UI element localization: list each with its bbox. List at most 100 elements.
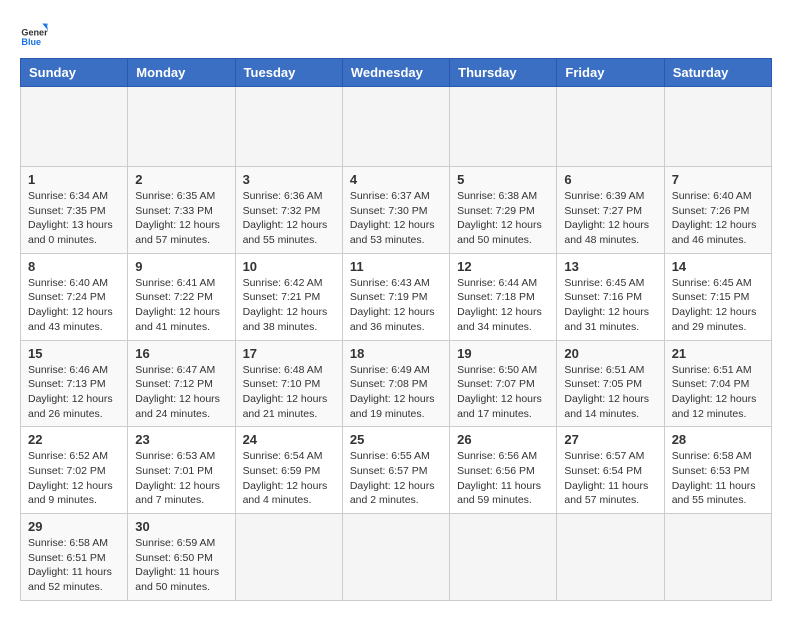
day-info: Sunrise: 6:49 AMSunset: 7:08 PMDaylight:… (350, 363, 442, 422)
calendar-cell: 3Sunrise: 6:36 AMSunset: 7:32 PMDaylight… (235, 167, 342, 254)
day-info: Sunrise: 6:56 AMSunset: 6:56 PMDaylight:… (457, 449, 549, 508)
calendar-table: SundayMondayTuesdayWednesdayThursdayFrid… (20, 58, 772, 601)
calendar-cell: 17 Sunrise: 6:48 AMSunset: 7:10 PMDayligh… (235, 340, 342, 427)
day-info: Sunrise: 6:45 AMSunset: 7:16 PMDaylight:… (564, 276, 656, 335)
day-info: Sunrise: 6:45 AMSunset: 7:15 PMDaylight:… (672, 276, 764, 335)
day-number: 18 (350, 346, 442, 361)
day-number: 27 (564, 432, 656, 447)
calendar-cell: 22 Sunrise: 6:52 AMSunset: 7:02 PMDayligh… (21, 427, 128, 514)
day-number: 30 (135, 519, 227, 534)
day-number: 11 (350, 259, 442, 274)
day-number: 22 (28, 432, 120, 447)
calendar-cell: 26 Sunrise: 6:56 AMSunset: 6:56 PMDayligh… (450, 427, 557, 514)
day-info: Sunrise: 6:37 AMSunset: 7:30 PMDaylight:… (350, 189, 442, 248)
day-info: Sunrise: 6:53 AMSunset: 7:01 PMDaylight:… (135, 449, 227, 508)
calendar-cell: 4 Sunrise: 6:37 AMSunset: 7:30 PMDaylight… (342, 167, 449, 254)
weekday-header-thursday: Thursday (450, 59, 557, 87)
day-info: Sunrise: 6:54 AMSunset: 6:59 PMDaylight:… (243, 449, 335, 508)
day-info: Sunrise: 6:55 AMSunset: 6:57 PMDaylight:… (350, 449, 442, 508)
calendar-cell (557, 87, 664, 167)
calendar-cell: 24 Sunrise: 6:54 AMSunset: 6:59 PMDayligh… (235, 427, 342, 514)
calendar-cell (664, 87, 771, 167)
calendar-cell: 29Sunrise: 6:58 AMSunset: 6:51 PMDayligh… (21, 514, 128, 601)
calendar-cell: 28Sunrise: 6:58 AMSunset: 6:53 PMDayligh… (664, 427, 771, 514)
day-number: 6 (564, 172, 656, 187)
day-number: 24 (243, 432, 335, 447)
week-row-0 (21, 87, 772, 167)
day-info: Sunrise: 6:44 AMSunset: 7:18 PMDaylight:… (457, 276, 549, 335)
weekday-header-saturday: Saturday (664, 59, 771, 87)
day-info: Sunrise: 6:58 AMSunset: 6:51 PMDaylight:… (28, 536, 120, 595)
calendar-cell: 5Sunrise: 6:38 AMSunset: 7:29 PMDaylight… (450, 167, 557, 254)
day-info: Sunrise: 6:51 AMSunset: 7:04 PMDaylight:… (672, 363, 764, 422)
day-number: 16 (135, 346, 227, 361)
calendar-cell (342, 87, 449, 167)
day-info: Sunrise: 6:39 AMSunset: 7:27 PMDaylight:… (564, 189, 656, 248)
week-row-2: 8 Sunrise: 6:40 AMSunset: 7:24 PMDaylight… (21, 253, 772, 340)
day-info: Sunrise: 6:40 AMSunset: 7:26 PMDaylight:… (672, 189, 764, 248)
svg-text:Blue: Blue (21, 37, 41, 47)
calendar-cell: 11Sunrise: 6:43 AMSunset: 7:19 PMDayligh… (342, 253, 449, 340)
day-number: 7 (672, 172, 764, 187)
weekday-header-friday: Friday (557, 59, 664, 87)
day-info: Sunrise: 6:47 AMSunset: 7:12 PMDaylight:… (135, 363, 227, 422)
day-info: Sunrise: 6:41 AMSunset: 7:22 PMDaylight:… (135, 276, 227, 335)
logo-icon: General Blue (20, 20, 48, 48)
day-info: Sunrise: 6:34 AMSunset: 7:35 PMDaylight:… (28, 189, 120, 248)
day-info: Sunrise: 6:35 AMSunset: 7:33 PMDaylight:… (135, 189, 227, 248)
day-number: 20 (564, 346, 656, 361)
calendar-cell: 13 Sunrise: 6:45 AMSunset: 7:16 PMDayligh… (557, 253, 664, 340)
day-number: 25 (350, 432, 442, 447)
calendar-cell: 25 Sunrise: 6:55 AMSunset: 6:57 PMDayligh… (342, 427, 449, 514)
day-info: Sunrise: 6:57 AMSunset: 6:54 PMDaylight:… (564, 449, 656, 508)
day-info: Sunrise: 6:51 AMSunset: 7:05 PMDaylight:… (564, 363, 656, 422)
day-number: 23 (135, 432, 227, 447)
day-info: Sunrise: 6:42 AMSunset: 7:21 PMDaylight:… (243, 276, 335, 335)
day-number: 12 (457, 259, 549, 274)
calendar-cell (21, 87, 128, 167)
day-number: 26 (457, 432, 549, 447)
day-info: Sunrise: 6:46 AMSunset: 7:13 PMDaylight:… (28, 363, 120, 422)
day-info: Sunrise: 6:52 AMSunset: 7:02 PMDaylight:… (28, 449, 120, 508)
day-info: Sunrise: 6:48 AMSunset: 7:10 PMDaylight:… (243, 363, 335, 422)
week-row-5: 29Sunrise: 6:58 AMSunset: 6:51 PMDayligh… (21, 514, 772, 601)
calendar-cell (128, 87, 235, 167)
day-number: 8 (28, 259, 120, 274)
day-number: 3 (243, 172, 335, 187)
weekday-header-monday: Monday (128, 59, 235, 87)
calendar-cell: 18 Sunrise: 6:49 AMSunset: 7:08 PMDayligh… (342, 340, 449, 427)
calendar-cell: 2Sunrise: 6:35 AMSunset: 7:33 PMDaylight… (128, 167, 235, 254)
day-number: 15 (28, 346, 120, 361)
day-number: 9 (135, 259, 227, 274)
week-row-3: 15 Sunrise: 6:46 AMSunset: 7:13 PMDayligh… (21, 340, 772, 427)
day-number: 19 (457, 346, 549, 361)
day-info: Sunrise: 6:40 AMSunset: 7:24 PMDaylight:… (28, 276, 120, 335)
weekday-header-tuesday: Tuesday (235, 59, 342, 87)
day-number: 14 (672, 259, 764, 274)
svg-text:General: General (21, 27, 48, 37)
logo: General Blue (20, 20, 48, 48)
weekday-header-sunday: Sunday (21, 59, 128, 87)
day-number: 4 (350, 172, 442, 187)
calendar-cell: 15 Sunrise: 6:46 AMSunset: 7:13 PMDayligh… (21, 340, 128, 427)
day-number: 13 (564, 259, 656, 274)
calendar-cell: 8 Sunrise: 6:40 AMSunset: 7:24 PMDaylight… (21, 253, 128, 340)
day-number: 17 (243, 346, 335, 361)
calendar-cell: 23 Sunrise: 6:53 AMSunset: 7:01 PMDayligh… (128, 427, 235, 514)
calendar-cell: 1 Sunrise: 6:34 AMSunset: 7:35 PMDaylight… (21, 167, 128, 254)
calendar-cell: 30 Sunrise: 6:59 AMSunset: 6:50 PMDayligh… (128, 514, 235, 601)
day-info: Sunrise: 6:58 AMSunset: 6:53 PMDaylight:… (672, 449, 764, 508)
week-row-4: 22 Sunrise: 6:52 AMSunset: 7:02 PMDayligh… (21, 427, 772, 514)
calendar-cell: 19Sunrise: 6:50 AMSunset: 7:07 PMDayligh… (450, 340, 557, 427)
calendar-cell: 7 Sunrise: 6:40 AMSunset: 7:26 PMDaylight… (664, 167, 771, 254)
day-info: Sunrise: 6:38 AMSunset: 7:29 PMDaylight:… (457, 189, 549, 248)
calendar-cell (664, 514, 771, 601)
calendar-cell (342, 514, 449, 601)
calendar-cell (235, 87, 342, 167)
day-number: 1 (28, 172, 120, 187)
calendar-cell: 27 Sunrise: 6:57 AMSunset: 6:54 PMDayligh… (557, 427, 664, 514)
day-info: Sunrise: 6:59 AMSunset: 6:50 PMDaylight:… (135, 536, 227, 595)
weekday-header-wednesday: Wednesday (342, 59, 449, 87)
calendar-cell: 12 Sunrise: 6:44 AMSunset: 7:18 PMDayligh… (450, 253, 557, 340)
weekday-header-row: SundayMondayTuesdayWednesdayThursdayFrid… (21, 59, 772, 87)
